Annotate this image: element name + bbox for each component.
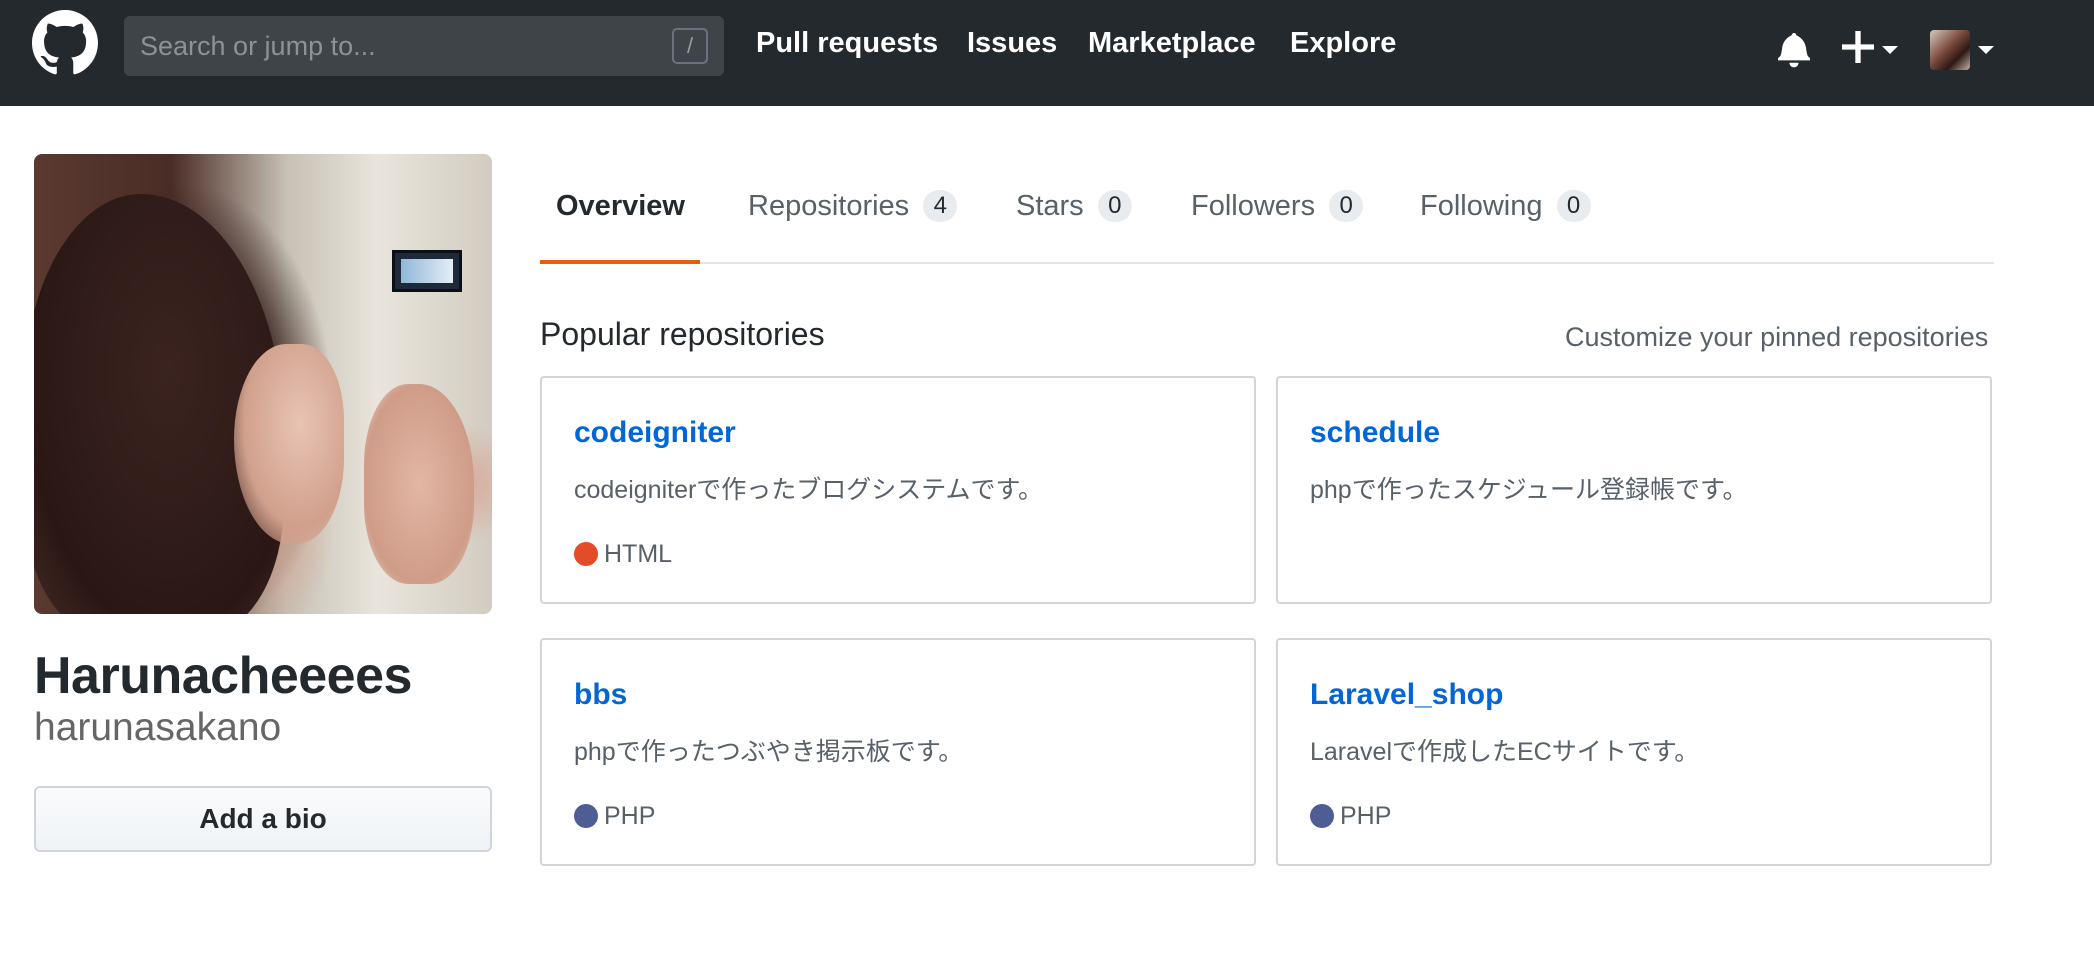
bell-icon[interactable] bbox=[1778, 30, 1810, 68]
tab-following[interactable]: Following 0 bbox=[1420, 190, 1591, 223]
tab-label: Following bbox=[1420, 190, 1543, 222]
popular-repositories-heading: Popular repositories bbox=[540, 316, 825, 352]
tab-counter: 0 bbox=[1097, 190, 1132, 222]
search-input[interactable] bbox=[140, 16, 680, 76]
tabs-divider bbox=[540, 262, 1994, 264]
tab-stars[interactable]: Stars 0 bbox=[1016, 190, 1132, 223]
repo-name-link[interactable]: codeigniter bbox=[574, 416, 736, 450]
repo-description: Laravelで作成したECサイトです。 bbox=[1310, 738, 1700, 766]
tab-label: Repositories bbox=[748, 190, 910, 222]
tab-followers[interactable]: Followers 0 bbox=[1191, 190, 1364, 223]
plus-icon[interactable] bbox=[1842, 30, 1874, 64]
language-color-dot bbox=[574, 542, 598, 566]
avatar-photo-detail bbox=[392, 250, 462, 292]
customize-pins-link[interactable]: Customize your pinned repositories bbox=[1565, 322, 1988, 353]
repo-language: HTML bbox=[574, 540, 672, 570]
profile-tabs: Overview Repositories 4 Stars 0 Follower… bbox=[540, 154, 1994, 264]
repo-card: bbs phpで作ったつぶやき掲示板です。 PHP bbox=[540, 638, 1256, 866]
nav-explore[interactable]: Explore bbox=[1290, 27, 1396, 60]
repo-name-link[interactable]: bbs bbox=[574, 678, 627, 712]
caret-down-icon[interactable] bbox=[1882, 46, 1898, 54]
repo-description: codeigniterで作ったブログシステムです。 bbox=[574, 476, 1044, 504]
tab-counter: 0 bbox=[1556, 190, 1591, 222]
avatar-photo-detail bbox=[364, 384, 474, 584]
repo-card: Laravel_shop Laravelで作成したECサイトです。 PHP bbox=[1276, 638, 1992, 866]
tab-overview[interactable]: Overview bbox=[556, 190, 685, 223]
language-label: HTML bbox=[604, 540, 673, 568]
slash-shortcut-hint: / bbox=[672, 28, 708, 64]
nav-marketplace[interactable]: Marketplace bbox=[1088, 27, 1256, 60]
repo-language: PHP bbox=[1310, 802, 1391, 832]
repo-card: schedule phpで作ったスケジュール登録帳です。 bbox=[1276, 376, 1992, 604]
tab-label: Stars bbox=[1016, 190, 1084, 222]
nav-issues[interactable]: Issues bbox=[967, 27, 1057, 60]
nav-pull-requests[interactable]: Pull requests bbox=[756, 27, 938, 60]
profile-username: harunasakano bbox=[34, 706, 282, 749]
tab-label: Overview bbox=[556, 190, 685, 222]
search-box[interactable]: / bbox=[124, 16, 724, 76]
user-menu-avatar[interactable] bbox=[1930, 30, 1970, 70]
language-color-dot bbox=[574, 804, 598, 828]
repo-language: PHP bbox=[574, 802, 655, 832]
language-label: PHP bbox=[1340, 802, 1392, 830]
avatar-photo-detail bbox=[234, 344, 344, 544]
add-bio-button[interactable]: Add a bio bbox=[34, 786, 492, 852]
global-header: / Pull requests Issues Marketplace Explo… bbox=[0, 0, 2094, 106]
repo-name-link[interactable]: schedule bbox=[1310, 416, 1440, 450]
repo-description: phpで作ったつぶやき掲示板です。 bbox=[574, 738, 964, 766]
language-color-dot bbox=[1310, 804, 1334, 828]
tab-repositories[interactable]: Repositories 4 bbox=[748, 190, 958, 223]
github-logo-icon[interactable] bbox=[32, 10, 98, 76]
active-tab-indicator bbox=[540, 260, 700, 264]
repo-name-link[interactable]: Laravel_shop bbox=[1310, 678, 1503, 712]
caret-down-icon[interactable] bbox=[1978, 46, 1994, 54]
profile-display-name: Harunacheeees bbox=[34, 647, 412, 705]
tab-counter: 4 bbox=[923, 190, 958, 222]
profile-avatar bbox=[34, 154, 492, 614]
tab-counter: 0 bbox=[1329, 190, 1364, 222]
language-label: PHP bbox=[604, 802, 656, 830]
repo-card: codeigniter codeigniterで作ったブログシステムです。 HT… bbox=[540, 376, 1256, 604]
tab-label: Followers bbox=[1191, 190, 1316, 222]
repo-description: phpで作ったスケジュール登録帳です。 bbox=[1310, 476, 1748, 504]
